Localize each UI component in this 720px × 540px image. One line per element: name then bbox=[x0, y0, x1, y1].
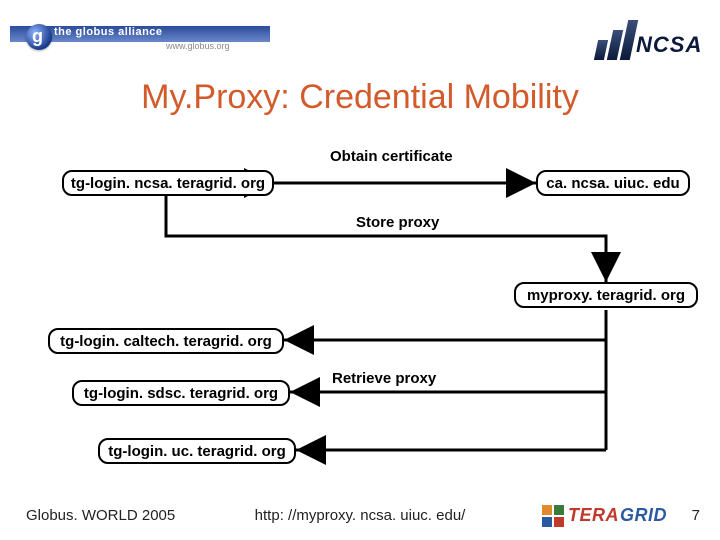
teragrid-mark-icon bbox=[542, 505, 564, 527]
box-tg-login-caltech: tg-login. caltech. teragrid. org bbox=[48, 328, 284, 354]
teragrid-logo: TERA GRID bbox=[542, 502, 672, 530]
ncsa-text: NCSA bbox=[636, 32, 702, 58]
globus-g-icon: g bbox=[32, 26, 43, 47]
box-myproxy-teragrid: myproxy. teragrid. org bbox=[514, 282, 698, 308]
slide: g the globus alliance www.globus.org NCS… bbox=[0, 0, 720, 540]
box-tg-login-uc: tg-login. uc. teragrid. org bbox=[98, 438, 296, 464]
box-label: tg-login. caltech. teragrid. org bbox=[60, 333, 272, 350]
box-tg-login-ncsa: tg-login. ncsa. teragrid. org bbox=[62, 170, 274, 196]
box-ca-ncsa-uiuc: ca. ncsa. uiuc. edu bbox=[536, 170, 690, 196]
box-label: ca. ncsa. uiuc. edu bbox=[546, 175, 679, 192]
box-tg-login-sdsc: tg-login. sdsc. teragrid. org bbox=[72, 380, 290, 406]
teragrid-text-a: TERA bbox=[568, 505, 619, 526]
box-label: myproxy. teragrid. org bbox=[527, 287, 685, 304]
globus-url: www.globus.org bbox=[166, 41, 230, 51]
page-number: 7 bbox=[692, 507, 700, 524]
teragrid-text-b: GRID bbox=[620, 505, 667, 526]
globus-alliance-logo: g the globus alliance www.globus.org bbox=[10, 26, 270, 58]
label-store-proxy: Store proxy bbox=[356, 214, 439, 231]
page-title: My.Proxy: Credential Mobility bbox=[0, 78, 720, 117]
label-retrieve-proxy: Retrieve proxy bbox=[332, 370, 436, 387]
globus-text: the globus alliance bbox=[54, 26, 163, 38]
ncsa-logo: NCSA bbox=[592, 18, 702, 76]
box-label: tg-login. uc. teragrid. org bbox=[108, 443, 286, 460]
box-label: tg-login. sdsc. teragrid. org bbox=[84, 385, 278, 402]
box-label: tg-login. ncsa. teragrid. org bbox=[71, 175, 265, 192]
label-obtain-certificate: Obtain certificate bbox=[330, 148, 453, 165]
